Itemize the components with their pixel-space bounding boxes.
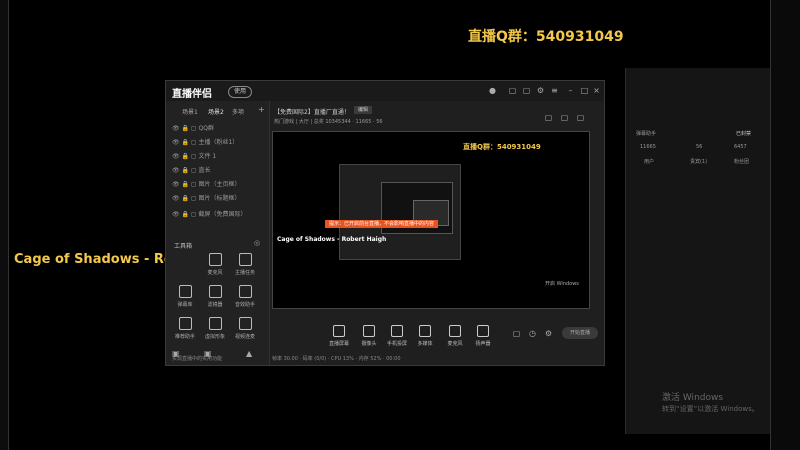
tool-microphone[interactable]: 麦克风: [200, 253, 230, 281]
tab-scene-1[interactable]: 场景1: [182, 107, 198, 116]
tool-avatar[interactable]: 虚拟形象: [200, 317, 230, 345]
outer-right-panel: 弹幕助手 已封禁 11665 56 6457 用户 贵宾(1) 粉丝团: [625, 68, 771, 434]
tool-sound[interactable]: 音效助手: [230, 285, 260, 313]
close-icon[interactable]: ×: [592, 86, 601, 95]
right-stat-1: 11665: [640, 144, 656, 150]
source-row[interactable]: 👁 🔒 ▢ 图片（主页框）: [172, 179, 241, 189]
record-icon[interactable]: ▢: [512, 329, 521, 338]
new-tool-icon[interactable]: ▲: [246, 349, 252, 358]
room-stats: 热门游戏 | 大厅 | 总奖 10345344 · 11665 · 56: [274, 119, 383, 125]
preview-song-title: Cage of Shadows - Robert Haigh: [277, 236, 387, 243]
preview-toast: 提示：已开启前台直播，不会影响直播中的内容: [325, 220, 439, 228]
btn-microphone[interactable]: 麦克风: [442, 325, 468, 347]
virtual-avatar-icon: [208, 317, 222, 330]
streaming-app-window: 直播伴侣 使用 ● ▢ ▢ ⚙ ≡ – □ × 场景1 场景2 多项 + 👁 🔒…: [165, 80, 605, 366]
speaker-icon: [477, 325, 489, 337]
screen-icon: [333, 325, 345, 337]
stream-preview[interactable]: 直播Q群：540931049 提示：已开启前台直播，不会影响直播中的内容 Cag…: [272, 131, 590, 309]
btn-phone-cast[interactable]: 手机投屏: [384, 325, 410, 347]
source-row[interactable]: 👁 🔒 ▢ 文件 1: [172, 151, 216, 161]
btn-media[interactable]: 多媒体: [412, 325, 438, 347]
filter-icon: [208, 285, 222, 298]
right-col-fans[interactable]: 粉丝团: [734, 158, 749, 165]
toolbox-more-icon[interactable]: ◎: [254, 239, 260, 247]
phone-cast-icon: [391, 325, 403, 337]
camera-icon: [363, 325, 375, 337]
version-badge[interactable]: 使用: [228, 86, 252, 98]
right-panel-status: 已封禁: [736, 131, 752, 137]
microphone-icon: [449, 325, 461, 337]
right-col-vip[interactable]: 贵宾(1): [690, 158, 707, 165]
danmaku-icon: [178, 285, 192, 298]
add-scene-icon[interactable]: +: [258, 105, 265, 114]
gift-icon[interactable]: ▢: [508, 86, 517, 95]
tool-recommend[interactable]: 推荐助手: [170, 317, 200, 345]
tab-scene-2[interactable]: 场景2: [208, 107, 224, 116]
source-row[interactable]: 👁 🔒 ▢ 直长: [172, 165, 211, 175]
right-stat-3: 6457: [734, 144, 747, 150]
footer-tip: 实现直播中的实用功能: [172, 356, 223, 362]
minimize-icon[interactable]: –: [566, 86, 575, 95]
message-icon[interactable]: ▢: [522, 86, 531, 95]
video-link-icon: [238, 317, 252, 330]
gear-icon[interactable]: ⚙: [544, 329, 553, 338]
recommend-icon: [178, 317, 192, 330]
activation-watermark-title: 激活 Windows: [662, 393, 724, 403]
clock-icon[interactable]: ◷: [528, 329, 537, 338]
right-panel-header: 弹幕助手: [636, 131, 657, 137]
avatar-icon[interactable]: ●: [488, 86, 497, 95]
sound-icon: [238, 285, 252, 298]
source-row[interactable]: 👁 🔒 ▢ QQ群: [172, 123, 214, 133]
app-logo: 直播伴侣: [172, 89, 212, 100]
scene-panel: 场景1 场景2 多项 + 👁 🔒 ▢ QQ群 👁 🔒 ▢ 主播（粉丝1） 👁 🔒…: [166, 101, 270, 365]
btn-screen[interactable]: 直播屏幕: [326, 325, 352, 347]
stream-group-title: 直播Q群：540931049: [468, 29, 624, 45]
status-bar: 帧率 30.00 · 码率 (0/0) · CPU 13% · 内存 52% ·…: [272, 356, 401, 362]
tool-danmaku[interactable]: 弹幕库: [170, 285, 200, 313]
media-icon: [419, 325, 431, 337]
btn-speaker[interactable]: 扬声器: [470, 325, 496, 347]
settings-icon[interactable]: ⚙: [536, 86, 545, 95]
preview-group-title: 直播Q群：540931049: [463, 143, 541, 151]
right-stat-2: 56: [696, 144, 703, 150]
menu-icon[interactable]: ≡: [550, 86, 559, 95]
share-icon[interactable]: ▢: [544, 113, 553, 122]
lock-icon[interactable]: ▢: [560, 113, 569, 122]
outer-right-edge: [770, 0, 800, 450]
right-col-user[interactable]: 用户: [644, 158, 654, 165]
preview-note: 开启 Windows: [545, 281, 579, 287]
mic-icon: [208, 253, 222, 266]
source-row[interactable]: 👁 🔒 ▢ 主播（粉丝1）: [172, 137, 238, 147]
tab-scene-more[interactable]: 多项: [232, 107, 244, 116]
tool-tasks[interactable]: 主播任务: [230, 253, 260, 281]
activation-watermark-text: 转到“设置”以激活 Windows。: [662, 405, 759, 413]
edit-room-button[interactable]: 编辑: [354, 106, 372, 114]
task-icon: [238, 253, 252, 266]
start-stream-button[interactable]: 开始直播: [562, 327, 598, 339]
link-icon[interactable]: ▢: [576, 113, 585, 122]
left-edge-strip: [0, 0, 9, 450]
tool-filter[interactable]: 滤镜器: [200, 285, 230, 313]
app-titlebar: 直播伴侣 使用 ● ▢ ▢ ⚙ ≡ – □ ×: [166, 81, 604, 101]
room-title: 【免费国际2】直播厂直通！: [274, 109, 350, 116]
tool-video-link[interactable]: 视频连麦: [230, 317, 260, 345]
source-row[interactable]: 👁 🔒 ▢ 图片（标题框）: [172, 193, 241, 203]
toolbox-title: 工具箱: [174, 243, 193, 250]
room-info: 【免费国际2】直播厂直通！ 编辑 热门游戏 | 大厅 | 总奖 10345344…: [274, 103, 594, 127]
source-row[interactable]: 👁 🔒 ▢ 截屏（免费国际）: [172, 209, 247, 219]
btn-camera[interactable]: 摄像头: [356, 325, 382, 347]
maximize-icon[interactable]: □: [580, 86, 589, 95]
